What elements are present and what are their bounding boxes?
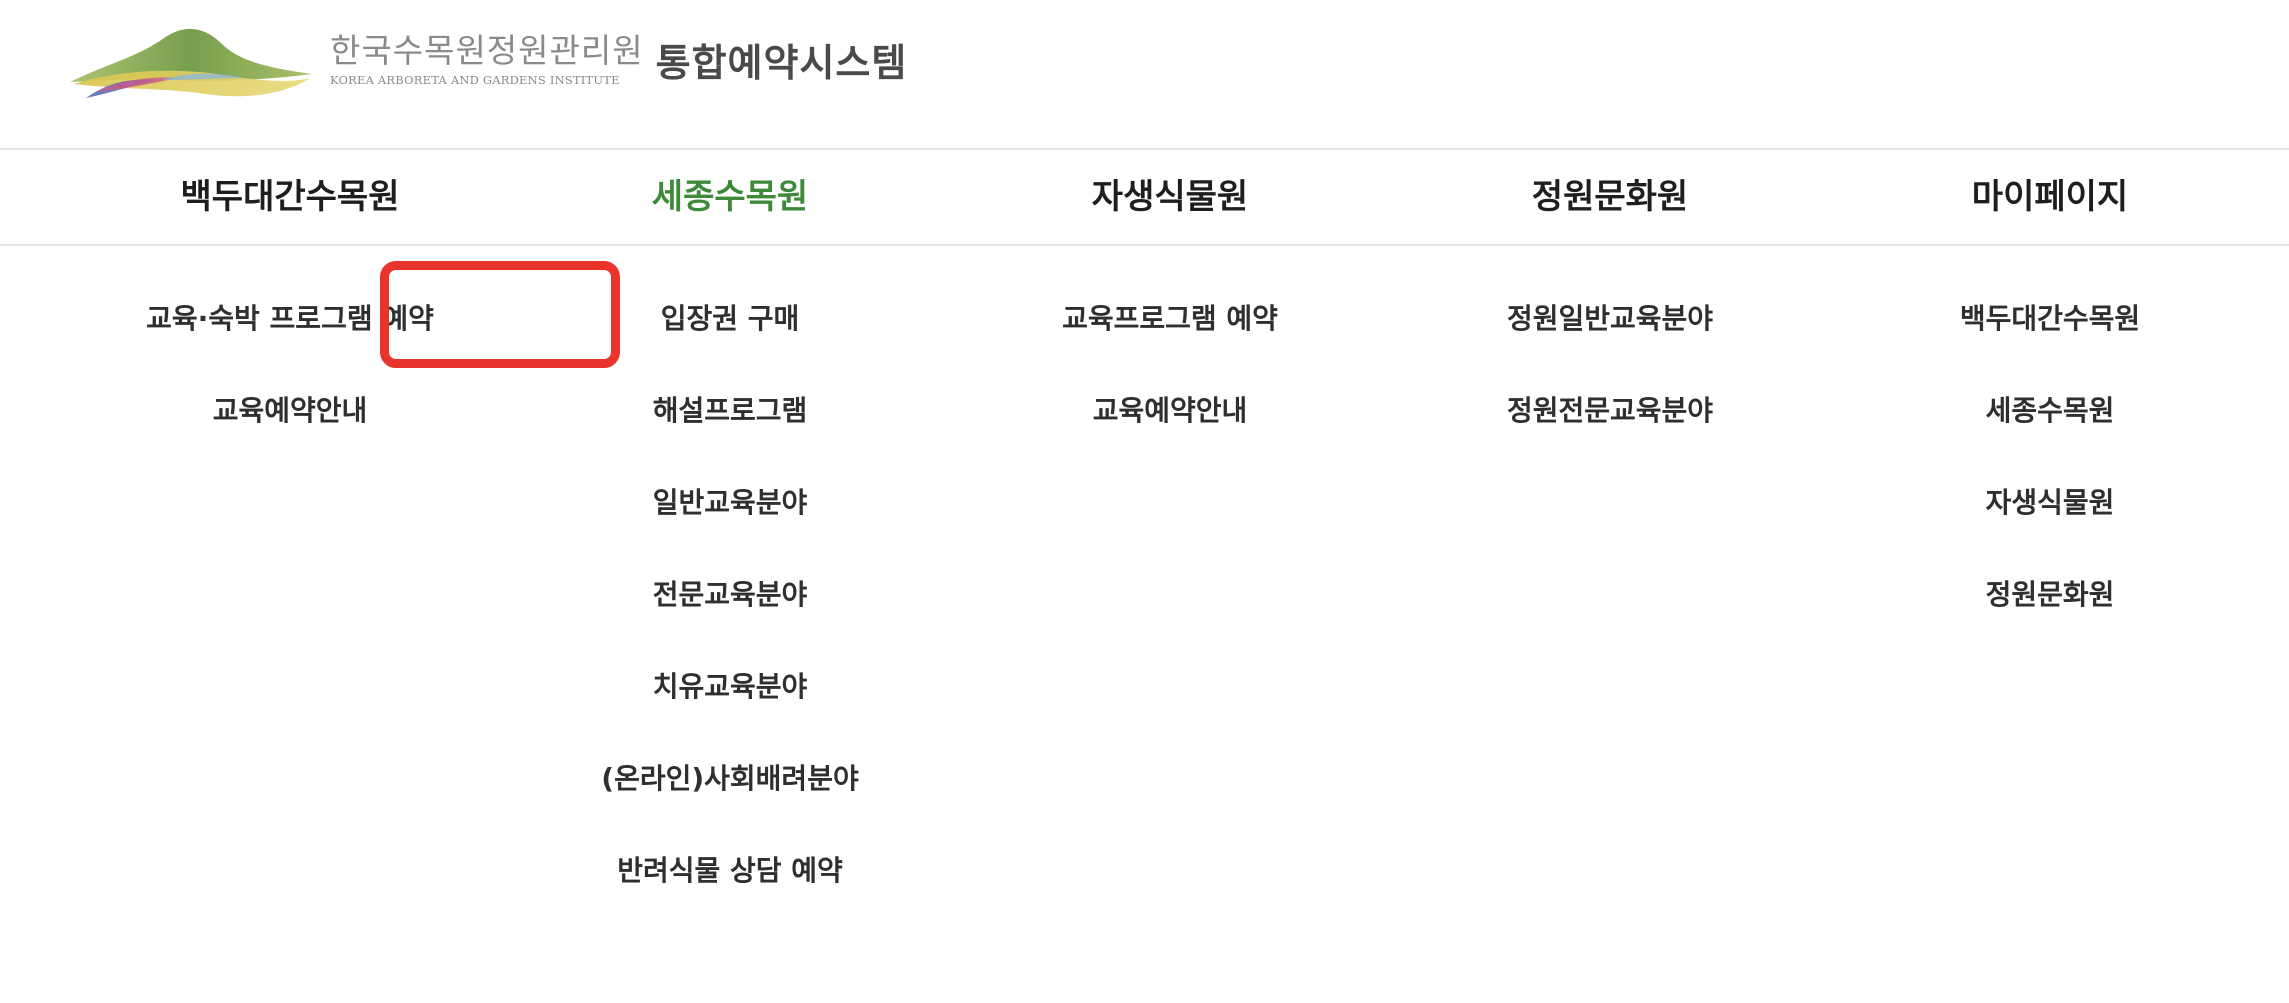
submenu-item[interactable]: 교육예약안내 [950,356,1390,448]
submenu-item[interactable]: 해설프로그램 [510,356,950,448]
submenu-item[interactable]: 정원문화원 [1830,540,2270,632]
site-logo[interactable]: 한국수목원정원관리원 KOREA ARBORETA AND GARDENS IN… [66,14,907,110]
nav-garden-culture[interactable]: 정원문화원 [1390,150,1830,244]
logo-text-group: 한국수목원정원관리원 KOREA ARBORETA AND GARDENS IN… [330,31,644,87]
submenu-item[interactable]: 백두대간수목원 [1830,264,2270,356]
submenu-item[interactable]: 치유교육분야 [510,632,950,724]
submenu-native-plants: 교육프로그램 예약 교육예약안내 [950,264,1390,448]
nav-mypage[interactable]: 마이페이지 [1830,150,2270,244]
org-name-kr: 한국수목원정원관리원 [330,31,644,70]
submenu-item[interactable]: 정원전문교육분야 [1390,356,1830,448]
submenu-item[interactable]: 교육프로그램 예약 [950,264,1390,356]
submenu-item[interactable]: 세종수목원 [1830,356,2270,448]
submenu-baekdudaegan: 교육·숙박 프로그램 예약 교육예약안내 [70,264,510,448]
submenu-item-ticket-purchase[interactable]: 입장권 구매 [510,264,950,356]
submenu-item[interactable]: 교육예약안내 [70,356,510,448]
logo-mark-icon [70,28,312,98]
nav-sejong[interactable]: 세종수목원 [510,150,950,244]
submenu-item[interactable]: 반려식물 상담 예약 [510,816,950,908]
submenu-garden-culture: 정원일반교육분야 정원전문교육분야 [1390,264,1830,448]
nav-baekdudaegan[interactable]: 백두대간수목원 [70,150,510,244]
submenu-sejong: 입장권 구매 해설프로그램 일반교육분야 전문교육분야 치유교육분야 (온라인)… [510,264,950,908]
main-nav: 백두대간수목원 세종수목원 자생식물원 정원문화원 마이페이지 [0,148,2289,246]
org-name-en: KOREA ARBORETA AND GARDENS INSTITUTE [330,73,620,87]
submenu-item[interactable]: 교육·숙박 프로그램 예약 [70,264,510,356]
site-header: 한국수목원정원관리원 KOREA ARBORETA AND GARDENS IN… [0,0,2289,148]
submenu-item[interactable]: (온라인)사회배려분야 [510,724,950,816]
submenu-item[interactable]: 자생식물원 [1830,448,2270,540]
page: 한국수목원정원관리원 KOREA ARBORETA AND GARDENS IN… [0,0,2289,1003]
submenu-item[interactable]: 정원일반교육분야 [1390,264,1830,356]
system-name: 통합예약시스템 [655,40,908,85]
submenu-item[interactable]: 전문교육분야 [510,540,950,632]
submenu-item[interactable]: 일반교육분야 [510,448,950,540]
submenu-mypage: 백두대간수목원 세종수목원 자생식물원 정원문화원 [1830,264,2270,632]
nav-native-plants[interactable]: 자생식물원 [950,150,1390,244]
